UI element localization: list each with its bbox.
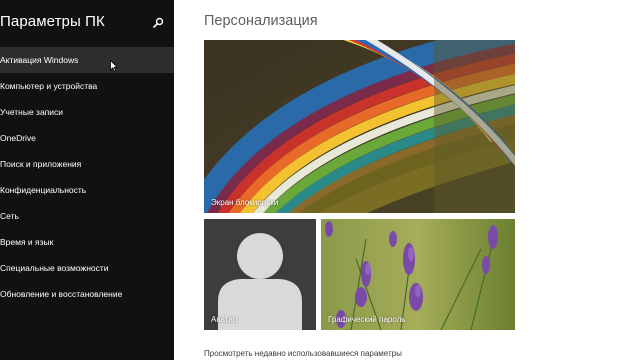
lock-screen-image [204, 40, 515, 213]
sidebar-item-update-recovery[interactable]: Обновление и восстановление [0, 281, 174, 307]
sidebar-item-privacy[interactable]: Конфиденциальность [0, 177, 174, 203]
sidebar-item-onedrive[interactable]: OneDrive [0, 125, 174, 151]
avatar-tile[interactable]: Аватар [204, 219, 316, 330]
sidebar-item-pc-devices[interactable]: Компьютер и устройства [0, 73, 174, 99]
sidebar-item-activation[interactable]: Активация Windows [0, 47, 174, 73]
mouse-cursor-icon [110, 57, 119, 72]
sidebar-item-search-apps[interactable]: Поиск и приложения [0, 151, 174, 177]
sidebar-title: Параметры ПК [0, 13, 105, 30]
avatar-label: Аватар [211, 315, 238, 324]
lavender-image [321, 219, 515, 330]
sidebar-item-time-language[interactable]: Время и язык [0, 229, 174, 255]
page-title: Персонализация [204, 13, 318, 29]
sidebar: Параметры ПК Активация Windows Компьютер… [0, 0, 174, 360]
sidebar-item-network[interactable]: Сеть [0, 203, 174, 229]
recent-settings-link[interactable]: Просмотреть недавно использовавшиеся пар… [204, 349, 402, 358]
nav-list: Активация Windows Компьютер и устройства… [0, 47, 174, 307]
avatar-placeholder-icon [204, 219, 316, 330]
picture-password-label: Графический пароль [328, 315, 406, 324]
search-icon[interactable] [152, 14, 164, 28]
lock-screen-label: Экран блокировки [211, 198, 279, 207]
sidebar-item-accounts[interactable]: Учетные записи [0, 99, 174, 125]
lock-screen-tile[interactable]: Экран блокировки [204, 40, 515, 213]
sidebar-item-ease-of-access[interactable]: Специальные возможности [0, 255, 174, 281]
picture-password-tile[interactable]: Графический пароль [321, 219, 515, 330]
